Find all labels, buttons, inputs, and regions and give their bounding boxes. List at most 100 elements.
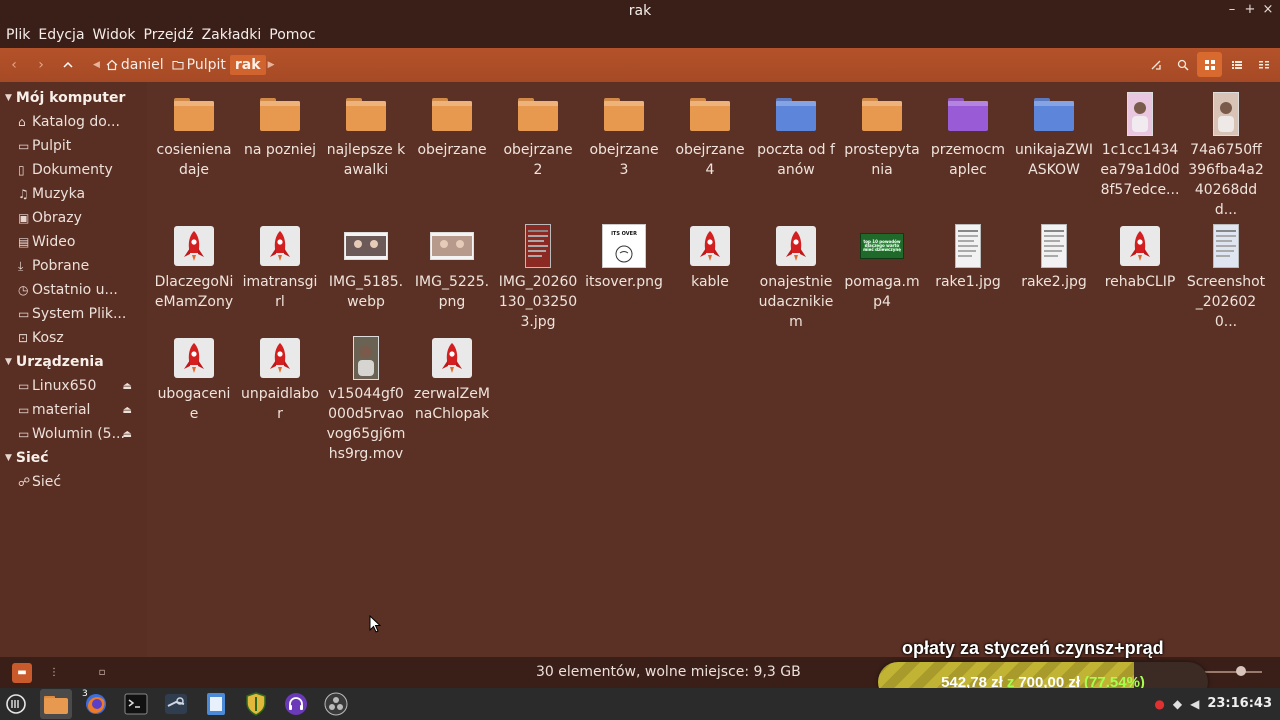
- sidebar-item-volume[interactable]: ▭ Wolumin (5... ⏏: [0, 422, 147, 446]
- minimize-icon[interactable]: –: [1226, 2, 1238, 17]
- menu-go[interactable]: Przejdź: [144, 27, 200, 43]
- file-item-img-5185-webp[interactable]: IMG_5185.webp: [323, 220, 409, 332]
- clock[interactable]: 23:16:43: [1207, 696, 1272, 711]
- file-thumbnail: [1097, 220, 1183, 272]
- file-item-obejrzane-3[interactable]: obejrzane 3: [581, 88, 667, 220]
- file-item-onajestnieudacznikiem[interactable]: onajestnieudacznikiem: [753, 220, 839, 332]
- search-button[interactable]: [1170, 52, 1195, 77]
- file-item-74a6750ff396fba4a240268ddd[interactable]: 74a6750ff396fba4a240268ddd...: [1183, 88, 1269, 220]
- menu-help[interactable]: Pomoc: [269, 27, 321, 43]
- file-item-itsover-png[interactable]: ITS OVER itsover.png: [581, 220, 667, 332]
- file-item-dlaczegoniemamzony[interactable]: DlaczegoNieMamZony: [151, 220, 237, 332]
- file-item-pomaga-mp4[interactable]: top 10 powodów dlaczego warto mieć dziew…: [839, 220, 925, 332]
- breadcrumb-pulpit[interactable]: Pulpit: [168, 55, 230, 75]
- sidebar-item-documents[interactable]: ▯ Dokumenty: [0, 158, 147, 182]
- taskbar-files[interactable]: [40, 689, 72, 719]
- file-item-unikajazwiaskow[interactable]: unikajaZWIASKOW: [1011, 88, 1097, 220]
- file-item-najlepsze-kawalki[interactable]: najlepsze kawalki: [323, 88, 409, 220]
- sidebar-item-linux650[interactable]: ▭ Linux650 ⏏: [0, 374, 147, 398]
- file-item-przemocmaplec[interactable]: przemocmaplec: [925, 88, 1011, 220]
- eject-icon[interactable]: ⏏: [123, 429, 132, 440]
- eject-icon[interactable]: ⏏: [123, 381, 132, 392]
- icon-view-button[interactable]: [1197, 52, 1222, 77]
- sidebar-item-music[interactable]: ♫ Muzyka: [0, 182, 147, 206]
- sidebar-item-pictures[interactable]: ▣ Obrazy: [0, 206, 147, 230]
- eject-icon[interactable]: ⏏: [123, 405, 132, 416]
- breadcrumb-rak[interactable]: rak: [229, 55, 266, 75]
- sidebar-section-devices[interactable]: ▼ Urządzenia: [0, 350, 147, 374]
- record-icon[interactable]: ●: [1154, 697, 1164, 711]
- file-item-obejrzane-4[interactable]: obejrzane 4: [667, 88, 753, 220]
- menu-file[interactable]: Plik: [6, 27, 36, 43]
- file-item-ubogacenie[interactable]: ubogacenie: [151, 332, 237, 464]
- sidebar-item-trash[interactable]: ⊡ Kosz: [0, 326, 147, 350]
- steam-icon: [165, 694, 187, 714]
- file-item-prostepytania[interactable]: prostepytania: [839, 88, 925, 220]
- file-item-v15044gf0000d5rvaovog65gj6mhs9rg-mov[interactable]: v15044gf0000d5rvaovog65gj6mhs9rg.mov: [323, 332, 409, 464]
- file-item-1c1cc1434ea79a1d0d8f57edce[interactable]: 1c1cc1434ea79a1d0d8f57edce...: [1097, 88, 1183, 220]
- show-tree-button[interactable]: ⋮: [44, 663, 64, 683]
- file-item-screenshot-2026020[interactable]: Screenshot_2026020...: [1183, 220, 1269, 332]
- maximize-icon[interactable]: +: [1244, 2, 1256, 17]
- taskbar-steam[interactable]: [160, 689, 192, 719]
- file-item-img-5225-png[interactable]: IMG_5225.png: [409, 220, 495, 332]
- sidebar-item-label: material: [32, 402, 91, 418]
- taskbar-obs[interactable]: [320, 689, 352, 719]
- sidebar-item-desktop[interactable]: ▭ Pulpit: [0, 134, 147, 158]
- sidebar-item-label: Muzyka: [32, 186, 86, 202]
- volume-icon[interactable]: ◀: [1190, 697, 1199, 711]
- menu-bookmarks[interactable]: Zakładki: [202, 27, 268, 43]
- sidebar-item-recent[interactable]: ◷ Ostatnio u...: [0, 278, 147, 302]
- taskbar-shield[interactable]: [240, 689, 272, 719]
- list-view-button[interactable]: [1224, 52, 1249, 77]
- breadcrumb-next-icon[interactable]: ▶: [266, 60, 277, 70]
- taskbar-headphones[interactable]: [280, 689, 312, 719]
- breadcrumb-toggle-icon[interactable]: ◀: [91, 60, 102, 70]
- file-thumbnail: [409, 88, 495, 140]
- network-tray-icon[interactable]: ◆: [1173, 697, 1182, 711]
- file-item-poczta-od-fan-w[interactable]: poczta od fanów: [753, 88, 839, 220]
- sidebar-item-videos[interactable]: ▤ Wideo: [0, 230, 147, 254]
- taskbar-terminal[interactable]: [120, 689, 152, 719]
- file-view[interactable]: cosieniena daje na pozniej najlepsze kawal…: [147, 82, 1280, 657]
- file-item-rake2-jpg[interactable]: rake2.jpg: [1011, 220, 1097, 332]
- menu-view[interactable]: Widok: [93, 27, 142, 43]
- file-item-obejrzane-2[interactable]: obejrzane 2: [495, 88, 581, 220]
- file-item-img-20260130-032503-jpg[interactable]: IMG_20260130_032503.jpg: [495, 220, 581, 332]
- sidebar-item-network[interactable]: ☍ Sieć: [0, 470, 147, 494]
- taskbar-firefox[interactable]: 3: [80, 689, 112, 719]
- up-button[interactable]: [55, 52, 81, 78]
- breadcrumb-daniel[interactable]: daniel: [102, 55, 168, 75]
- file-item-zerwalzemnachlopak[interactable]: zerwalZeMnaChlopak: [409, 332, 495, 464]
- file-item-na-pozniej[interactable]: na pozniej: [237, 88, 323, 220]
- sidebar-toggle-icon: ▫: [98, 667, 106, 678]
- file-thumbnail: ITS OVER: [581, 220, 667, 272]
- toggle-location-button[interactable]: [1143, 52, 1168, 77]
- file-item-kable[interactable]: kable: [667, 220, 753, 332]
- sidebar-section-network[interactable]: ▼ Sieć: [0, 446, 147, 470]
- toggle-sidebar-button[interactable]: ▫: [92, 663, 112, 683]
- file-item-unpaidlabor[interactable]: unpaidlabor: [237, 332, 323, 464]
- sidebar-item-filesystem[interactable]: ▭ System Plik...: [0, 302, 147, 326]
- compact-view-button[interactable]: [1251, 52, 1276, 77]
- start-menu-button[interactable]: [0, 689, 32, 719]
- sidebar-item-home[interactable]: ⌂ Katalog do...: [0, 110, 147, 134]
- menu-edit[interactable]: Edycja: [38, 27, 90, 43]
- file-item-rehabclip[interactable]: rehabCLIP: [1097, 220, 1183, 332]
- file-item-imatransgirl[interactable]: imatransgirl: [237, 220, 323, 332]
- sidebar-item-downloads[interactable]: ⤓ Pobrane: [0, 254, 147, 278]
- file-item-rake1-jpg[interactable]: rake1.jpg: [925, 220, 1011, 332]
- file-item-obejrzane[interactable]: obejrzane: [409, 88, 495, 220]
- forward-button[interactable]: ›: [28, 52, 54, 78]
- file-item-cosieniena-daje[interactable]: cosieniena daje: [151, 88, 237, 220]
- sidebar-item-material[interactable]: ▭ material ⏏: [0, 398, 147, 422]
- back-button[interactable]: ‹: [1, 52, 27, 78]
- file-thumbnail: [667, 220, 753, 272]
- drive-icon: ▭: [18, 307, 30, 321]
- sidebar-item-label: Ostatnio u...: [32, 282, 118, 298]
- zoom-slider-handle[interactable]: [1236, 666, 1246, 676]
- taskbar-document-viewer[interactable]: [200, 689, 232, 719]
- close-icon[interactable]: ×: [1262, 2, 1274, 17]
- sidebar-section-computer[interactable]: ▼ Mój komputer: [0, 86, 147, 110]
- show-places-button[interactable]: ▬: [12, 662, 32, 683]
